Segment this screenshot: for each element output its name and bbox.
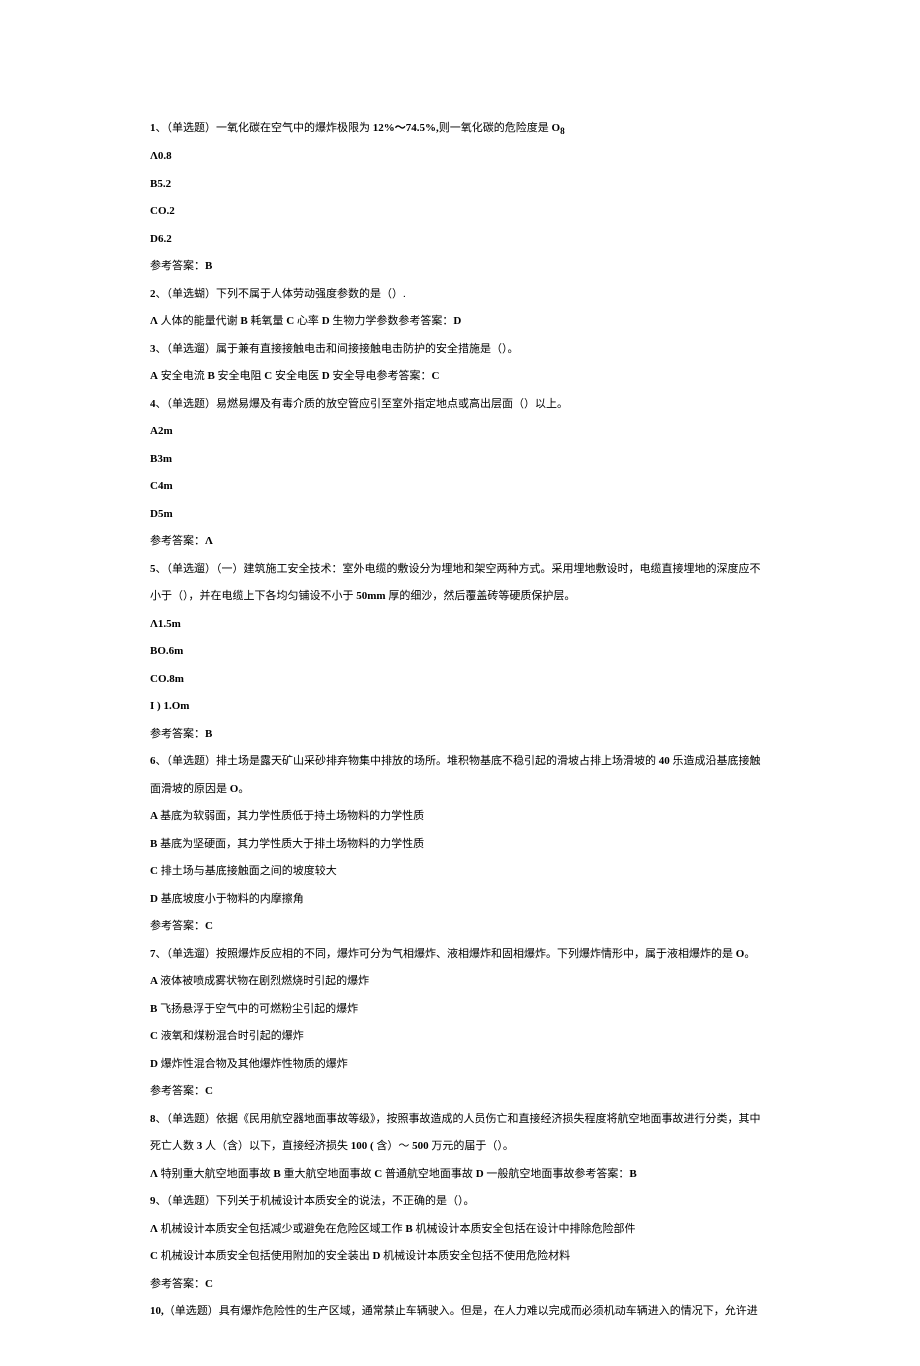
document-line: D6.2 (150, 226, 770, 254)
document-line: Λ 机械设计本质安全包括减少或避免在危险区域工作 B 机械设计本质安全包括在设计… (150, 1216, 770, 1244)
document-line: C4m (150, 473, 770, 501)
document-line: C 机械设计本质安全包括使用附加的安全装出 D 机械设计本质安全包括不使用危险材… (150, 1243, 770, 1271)
document-line: 4、（单选题）易燃易爆及有毒介质的放空管应引至室外指定地点或高出层面（）以上。 (150, 391, 770, 419)
document-line: 参考答案：B (150, 721, 770, 749)
document-line: CO.2 (150, 198, 770, 226)
document-line: D5m (150, 501, 770, 529)
document-line: A2m (150, 418, 770, 446)
document-line: A 液体被喷成雾状物在剧烈燃烧时引起的爆炸 (150, 968, 770, 996)
document-line: B 基底为坚硬面，其力学性质大于排土场物料的力学性质 (150, 831, 770, 859)
document-line: 参考答案：C (150, 1078, 770, 1106)
document-line: A 基底为软弱面，其力学性质低于持土场物料的力学性质 (150, 803, 770, 831)
document-line: C 液氧和煤粉混合时引起的爆炸 (150, 1023, 770, 1051)
document-line: 10,（单选题）具有爆炸危险性的生产区域，通常禁止车辆驶入。但是，在人力难以完成… (150, 1298, 770, 1326)
document-line: D 基底坡度小于物料的内摩擦角 (150, 886, 770, 914)
document-line: 8、（单选题）依据《民用航空器地面事故等级》，按照事故造成的人员伤亡和直接经济损… (150, 1106, 770, 1161)
document-line: B5.2 (150, 171, 770, 199)
document-line: 6、（单选题）排土场是露天矿山采砂排弃物集中排放的场所。堆积物基底不稳引起的滑坡… (150, 748, 770, 803)
document-line: B3m (150, 446, 770, 474)
document-line: 参考答案：C (150, 913, 770, 941)
document-line: 参考答案：B (150, 253, 770, 281)
document-line: 9、（单选题）下列关于机械设计本质安全的说法，不正确的是（）。 (150, 1188, 770, 1216)
content-container: 1、（单选题）一氧化碳在空气中的爆炸极限为 12%〜74.5%,则一氧化碳的危险… (150, 115, 770, 1326)
document-line: B 飞扬悬浮于空气中的可燃粉尘引起的爆炸 (150, 996, 770, 1024)
exam-document-page: 1、（单选题）一氧化碳在空气中的爆炸极限为 12%〜74.5%,则一氧化碳的危险… (0, 0, 920, 1366)
document-line: 3、（单选遛）属于兼有直接接触电击和间接接触电击防护的安全措施是（）。 (150, 336, 770, 364)
document-line: 7、（单选遛）按照爆炸反应相的不同，爆炸可分为气相爆炸、液相爆炸和固相爆炸。下列… (150, 941, 770, 969)
document-line: BO.6m (150, 638, 770, 666)
document-line: Λ 特别重大航空地面事故 B 重大航空地面事故 C 普通航空地面事故 D 一般航… (150, 1161, 770, 1189)
document-line: D 爆炸性混合物及其他爆炸性物质的爆炸 (150, 1051, 770, 1079)
document-line: CO.8m (150, 666, 770, 694)
document-line: I ) 1.Om (150, 693, 770, 721)
document-line: Λ 人体的能量代谢 B 耗氧量 C 心率 D 生物力学参数参考答案：D (150, 308, 770, 336)
document-line: 1、（单选题）一氧化碳在空气中的爆炸极限为 12%〜74.5%,则一氧化碳的危险… (150, 115, 770, 143)
document-line: C 排土场与基底接触面之间的坡度较大 (150, 858, 770, 886)
document-line: 2、（单选蝴）下列不属于人体劳动强度参数的是（）. (150, 281, 770, 309)
document-line: 5、（单选遛）（一）建筑施工安全技术：室外电缆的敷设分为埋地和架空两种方式。采用… (150, 556, 770, 611)
document-line: Λ1.5m (150, 611, 770, 639)
document-line: Λ0.8 (150, 143, 770, 171)
document-line: 参考答案：Λ (150, 528, 770, 556)
document-line: 参考答案：C (150, 1271, 770, 1299)
document-line: A 安全电流 B 安全电阻 C 安全电医 D 安全导电参考答案：C (150, 363, 770, 391)
